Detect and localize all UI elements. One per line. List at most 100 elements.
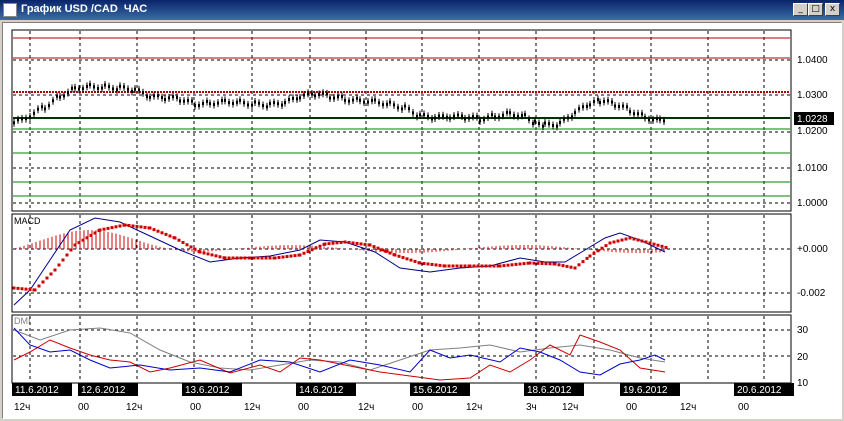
- price-tick-label: 1.0400: [797, 55, 828, 66]
- price-bar-body: [187, 98, 189, 102]
- price-bar-body: [254, 100, 256, 104]
- macd-signal-dot: [620, 238, 624, 242]
- macd-signal-dot: [660, 244, 664, 248]
- price-bar-body: [517, 114, 519, 118]
- price-bar-body: [513, 113, 515, 117]
- price-bar-body: [284, 101, 286, 105]
- macd-signal-dot: [37, 284, 41, 288]
- hour-label: 00: [738, 402, 750, 413]
- price-bar-body: [44, 107, 46, 111]
- macd-signal-dot: [573, 266, 577, 270]
- macd-signal-dot: [285, 255, 289, 259]
- price-bar-body: [521, 113, 523, 117]
- price-bar-body: [134, 87, 136, 91]
- price-bar-body: [434, 116, 436, 120]
- dmi-panel[interactable]: [11, 314, 792, 384]
- macd-signal-dot: [335, 241, 339, 245]
- price-tick-label: 1.0000: [797, 198, 828, 209]
- macd-signal-dot: [114, 225, 118, 229]
- price-bar-body: [17, 118, 19, 122]
- macd-tick-label: +0.000: [797, 244, 828, 255]
- price-bar-body: [71, 86, 73, 90]
- macd-signal-dot: [268, 256, 272, 260]
- macd-signal-dot: [518, 262, 522, 266]
- date-axis: 11.6.2012 12.6.2012 13.6.2012 14.6.2012 15.6…: [12, 383, 794, 396]
- chart-canvas[interactable]: 1.0400 1.0300 1.0200 1.0100 1.0000 1.022…: [0, 0, 844, 421]
- price-bar-body: [138, 88, 140, 92]
- price-bar-body: [239, 98, 241, 102]
- price-bar-body: [648, 118, 650, 122]
- price-bar-body: [524, 113, 526, 117]
- macd-signal-dot: [331, 241, 335, 245]
- macd-signal-dot: [243, 256, 247, 260]
- macd-signal-dot: [640, 239, 644, 243]
- macd-signal-dot: [372, 245, 376, 249]
- price-bar-body: [542, 124, 544, 128]
- price-bar-body: [637, 112, 639, 116]
- macd-signal-dot: [131, 224, 135, 228]
- price-bar-body: [374, 98, 376, 102]
- macd-signal-dot: [514, 262, 518, 266]
- macd-signal-dot: [459, 264, 463, 268]
- hour-label: 00: [190, 402, 202, 413]
- macd-signal-dot: [49, 272, 53, 276]
- price-bar-body: [363, 100, 365, 104]
- macd-signal-dot: [557, 263, 561, 267]
- macd-signal-dot: [223, 256, 227, 260]
- price-bar-body: [427, 114, 429, 118]
- macd-signal-dot: [239, 256, 243, 260]
- price-bar-body: [528, 117, 530, 121]
- date-label: 13.6.2012: [185, 385, 230, 396]
- price-bar-body: [157, 94, 159, 98]
- price-bar-body: [277, 102, 279, 106]
- macd-signal-dot: [45, 276, 49, 280]
- price-bar-body: [404, 104, 406, 108]
- macd-signal-dot: [632, 237, 636, 241]
- dmi-tick-label: 20: [797, 352, 809, 363]
- price-bar-body: [571, 115, 573, 119]
- price-bar-body: [176, 95, 178, 99]
- macd-signal-dot: [438, 263, 442, 267]
- price-bar-body: [371, 98, 373, 102]
- price-bar-body: [494, 115, 496, 119]
- macd-signal-dot: [20, 287, 24, 291]
- macd-signal-dot: [347, 240, 351, 244]
- macd-signal-dot: [339, 240, 343, 244]
- price-bar-body: [67, 91, 69, 95]
- macd-signal-dot: [476, 264, 480, 268]
- macd-signal-dot: [28, 288, 32, 292]
- price-bar-body: [236, 100, 238, 104]
- macd-signal-dot: [484, 264, 488, 268]
- price-bar-body: [589, 103, 591, 107]
- price-bar-body: [258, 101, 260, 105]
- price-bar-body: [618, 104, 620, 108]
- dmi-label: DMI: [14, 316, 31, 326]
- macd-signal-dot: [289, 254, 293, 258]
- macd-signal-dot: [69, 248, 73, 252]
- macd-signal-dot: [248, 256, 252, 260]
- price-bar-body: [356, 96, 358, 100]
- macd-signal-dot: [206, 252, 210, 256]
- price-bar-body: [341, 94, 343, 98]
- price-bar-body: [656, 117, 658, 121]
- macd-signal-dot: [548, 262, 552, 266]
- macd-signal-dot: [298, 253, 302, 257]
- price-bar-body: [652, 118, 654, 122]
- macd-signal-dot: [210, 253, 214, 257]
- price-bar-body: [25, 117, 27, 121]
- price-bar-body: [224, 98, 226, 102]
- price-panel[interactable]: [11, 29, 792, 212]
- macd-signal-dot: [388, 251, 392, 255]
- macd-signal-dot: [455, 264, 459, 268]
- macd-panel[interactable]: [11, 213, 792, 313]
- macd-signal-dot: [65, 253, 69, 257]
- date-label: 18.6.2012: [527, 385, 572, 396]
- macd-signal-dot: [89, 233, 93, 237]
- hour-label: 12ч: [14, 402, 30, 413]
- price-bar-body: [326, 92, 328, 96]
- price-bar-body: [299, 96, 301, 100]
- price-bar-body: [408, 107, 410, 111]
- price-bar-body: [149, 95, 151, 99]
- macd-signal-dot: [536, 261, 540, 265]
- macd-signal-dot: [218, 255, 222, 259]
